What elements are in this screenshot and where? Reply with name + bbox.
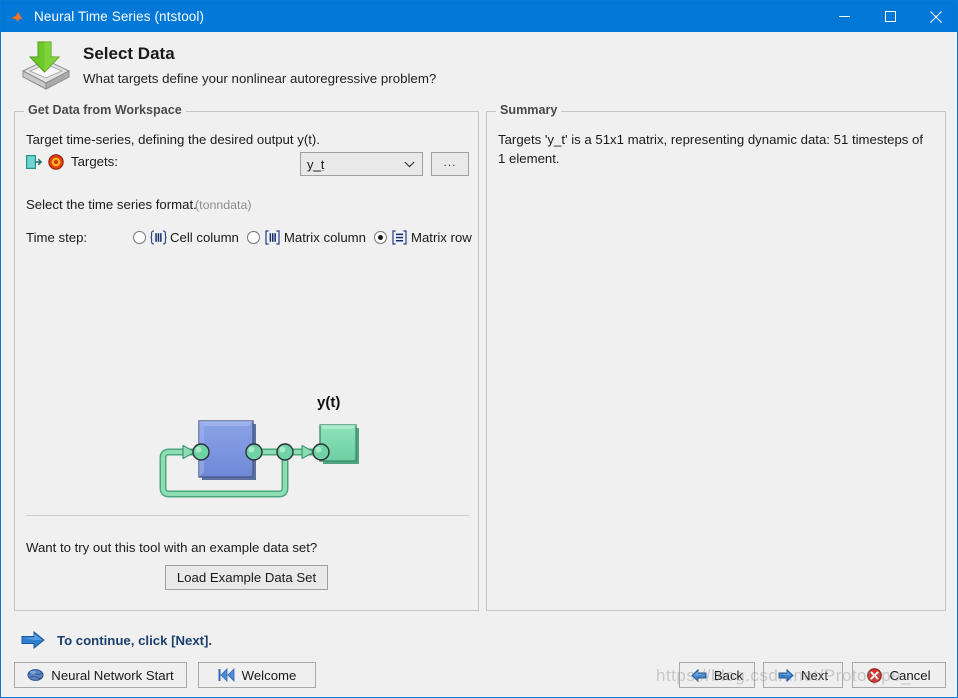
export-arrow-icon <box>26 155 42 170</box>
minimize-icon[interactable] <box>821 1 867 32</box>
back-label: Back <box>714 668 743 683</box>
title-bar: Neural Time Series (ntstool) <box>1 1 958 32</box>
nar-network-diagram: y(t) <box>145 400 375 510</box>
continue-text: To continue, click [Next]. <box>57 633 212 648</box>
chevron-down-icon <box>404 155 415 173</box>
blue-right-arrow-icon <box>21 631 45 649</box>
page-subtitle: What targets define your nonlinear autor… <box>83 71 436 86</box>
get-data-panel-legend: Get Data from Workspace <box>24 103 186 117</box>
targets-label: Targets: <box>71 154 118 169</box>
target-bullseye-icon <box>48 154 64 170</box>
page-title: Select Data <box>83 44 175 64</box>
radio-cell-column-label: Cell column <box>170 230 239 245</box>
window-controls <box>821 1 958 32</box>
summary-panel: Summary Targets 'y_t' is a 51x1 matrix, … <box>486 111 946 611</box>
page-header: Select Data What targets define your non… <box>1 32 958 100</box>
radio-matrix-row-label: Matrix row <box>411 230 472 245</box>
next-label: Next <box>801 668 828 683</box>
next-arrow-icon <box>778 669 794 682</box>
example-question-label: Want to try out this tool with an exampl… <box>26 540 317 555</box>
time-series-format-label: Select the time series format. <box>26 197 197 212</box>
load-example-data-set-button[interactable]: Load Example Data Set <box>165 565 328 590</box>
close-icon[interactable] <box>913 1 958 32</box>
neural-network-start-label: Neural Network Start <box>51 668 173 683</box>
maximize-icon[interactable] <box>867 1 913 32</box>
back-arrow-icon <box>691 669 707 682</box>
radio-matrix-column-label: Matrix column <box>284 230 366 245</box>
matrix-row-icon <box>391 230 408 245</box>
time-step-label: Time step: <box>26 230 87 245</box>
cancel-x-icon <box>867 668 882 683</box>
targets-browse-button[interactable]: ... <box>431 152 469 176</box>
radio-cell-column[interactable]: Cell column <box>133 230 239 245</box>
next-button[interactable]: Next <box>763 662 843 688</box>
continue-hint: To continue, click [Next]. <box>21 631 212 649</box>
cell-column-icon <box>150 230 167 245</box>
summary-panel-legend: Summary <box>496 103 561 117</box>
targets-select[interactable]: y_t <box>300 152 423 176</box>
back-button[interactable]: Back <box>679 662 755 688</box>
radio-matrix-column[interactable]: Matrix column <box>247 230 366 245</box>
diagram-output-label: y(t) <box>317 394 340 411</box>
targets-select-value: y_t <box>307 157 324 172</box>
cancel-label: Cancel <box>889 668 930 683</box>
ntstool-window: Neural Time Series (ntstool) <box>0 0 958 698</box>
get-data-from-workspace-panel: Get Data from Workspace Target time-seri… <box>14 111 479 611</box>
welcome-label: Welcome <box>242 668 297 683</box>
radio-cell-column-circle[interactable] <box>133 231 146 244</box>
welcome-button[interactable]: Welcome <box>198 662 316 688</box>
panel-divider <box>26 515 469 516</box>
matrix-column-icon <box>264 230 281 245</box>
time-step-radio-group: Cell column Matrix column <box>133 230 480 245</box>
radio-matrix-row[interactable]: Matrix row <box>374 230 472 245</box>
target-description-label: Target time-series, defining the desired… <box>26 132 320 147</box>
matlab-membrane-icon <box>10 9 26 25</box>
summary-text: Targets 'y_t' is a 51x1 matrix, represen… <box>498 130 928 168</box>
radio-matrix-column-circle[interactable] <box>247 231 260 244</box>
neural-network-start-button[interactable]: Neural Network Start <box>14 662 187 688</box>
radio-matrix-row-circle[interactable] <box>374 231 387 244</box>
tonndata-hint: (tonndata) <box>195 198 251 212</box>
import-data-icon <box>17 38 75 92</box>
cancel-button[interactable]: Cancel <box>852 662 946 688</box>
window-title: Neural Time Series (ntstool) <box>34 9 204 24</box>
skip-back-icon <box>218 668 235 682</box>
brain-icon <box>27 668 44 682</box>
